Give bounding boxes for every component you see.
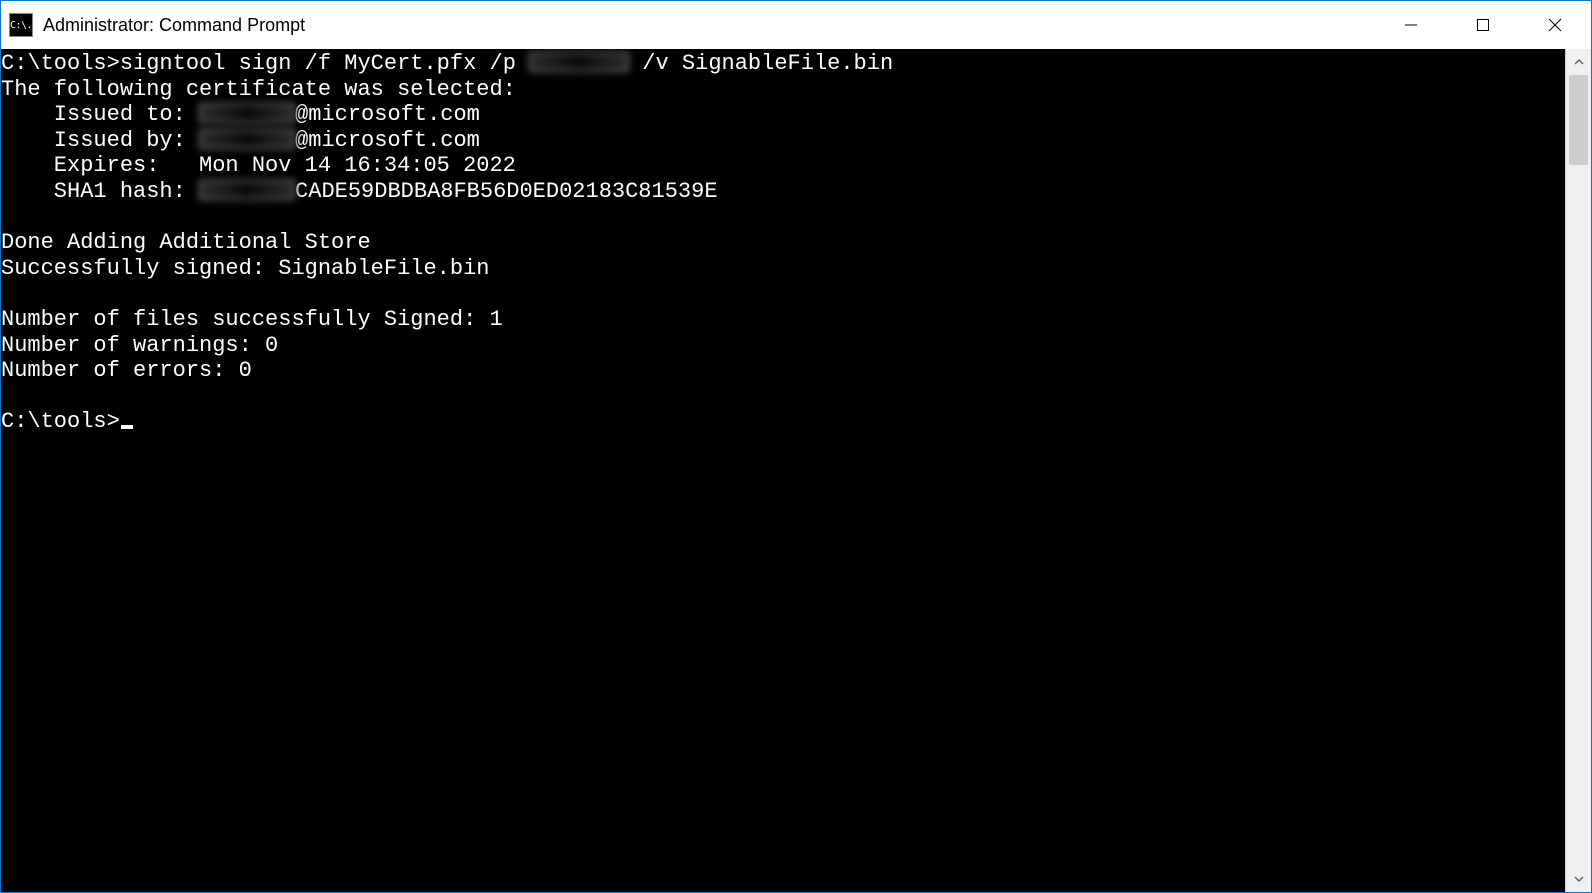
prompt-line: C:\tools> <box>1 409 1565 435</box>
scroll-up-button[interactable] <box>1566 49 1591 75</box>
titlebar[interactable]: C:\. Administrator: Command Prompt <box>1 1 1591 49</box>
redacted-issued-to <box>199 103 295 123</box>
expires-line: Expires: Mon Nov 14 16:34:05 2022 <box>1 153 1565 179</box>
issued-by-line: Issued by: @microsoft.com <box>1 128 1565 154</box>
minimize-button[interactable] <box>1375 1 1447 49</box>
close-icon <box>1548 18 1562 32</box>
command-prompt-window: C:\. Administrator: Command Prompt C:\to… <box>0 0 1592 893</box>
success-line: Successfully signed: SignableFile.bin <box>1 256 1565 282</box>
terminal-output[interactable]: C:\tools>signtool sign /f MyCert.pfx /p … <box>1 49 1565 892</box>
redacted-issued-by <box>199 129 295 149</box>
maximize-icon <box>1476 18 1490 32</box>
num-warnings-line: Number of warnings: 0 <box>1 333 1565 359</box>
scroll-thumb[interactable] <box>1569 75 1588 165</box>
blank-line <box>1 281 1565 307</box>
cert-header: The following certificate was selected: <box>1 77 1565 103</box>
chevron-down-icon <box>1574 874 1584 884</box>
redacted-sha1-prefix <box>199 180 295 200</box>
num-errors-line: Number of errors: 0 <box>1 358 1565 384</box>
issued-to-line: Issued to: @microsoft.com <box>1 102 1565 128</box>
vertical-scrollbar[interactable] <box>1565 49 1591 892</box>
done-store-line: Done Adding Additional Store <box>1 230 1565 256</box>
num-signed-line: Number of files successfully Signed: 1 <box>1 307 1565 333</box>
sha1-line: SHA1 hash: CADE59DBDBA8FB56D0ED02183C815… <box>1 179 1565 205</box>
redacted-password <box>529 52 629 72</box>
maximize-button[interactable] <box>1447 1 1519 49</box>
command-line: C:\tools>signtool sign /f MyCert.pfx /p … <box>1 51 1565 77</box>
chevron-up-icon <box>1574 57 1584 67</box>
blank-line <box>1 205 1565 231</box>
close-button[interactable] <box>1519 1 1591 49</box>
blank-line <box>1 384 1565 410</box>
cursor <box>121 425 133 429</box>
client-area: C:\tools>signtool sign /f MyCert.pfx /p … <box>1 49 1591 892</box>
scroll-down-button[interactable] <box>1566 866 1591 892</box>
window-controls <box>1375 1 1591 49</box>
cmd-icon: C:\. <box>9 13 33 37</box>
scroll-track[interactable] <box>1566 75 1591 866</box>
window-title: Administrator: Command Prompt <box>43 15 305 36</box>
minimize-icon <box>1404 18 1418 32</box>
